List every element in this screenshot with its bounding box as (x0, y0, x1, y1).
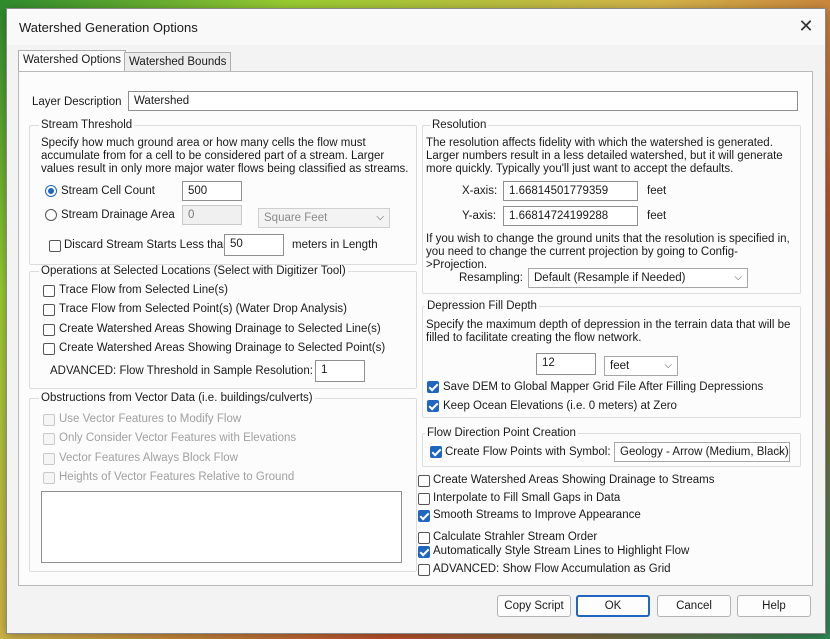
y-axis-unit: feet (647, 210, 667, 222)
drainage-unit-select[interactable]: Square Feet ⌵ (258, 208, 390, 228)
option-checkbox-2[interactable] (418, 510, 430, 522)
ops-checkbox-3[interactable] (43, 343, 55, 355)
resampling-select[interactable]: Default (Resample if Needed) ⌵ (528, 268, 748, 288)
create-flow-points-checkbox[interactable] (430, 446, 442, 458)
option-label-2: Smooth Streams to Improve Appearance (433, 509, 641, 521)
copy-script-button[interactable]: Copy Script (497, 595, 571, 617)
depression-unit-value: feet (610, 360, 630, 372)
option-checkbox-5[interactable] (418, 564, 430, 576)
chevron-down-icon: ⌵ (376, 212, 384, 223)
keep-ocean-checkbox[interactable] (427, 400, 439, 412)
ops-checkbox-2[interactable] (43, 324, 55, 336)
x-axis-input[interactable]: 1.66814501779359 (503, 181, 638, 201)
chevron-down-icon: ⌵ (776, 446, 784, 457)
ops-checkbox-1[interactable] (43, 304, 55, 316)
ops-checkbox-0[interactable] (43, 285, 55, 297)
resampling-label: Resampling: (459, 272, 523, 284)
window-title: Watershed Generation Options (19, 20, 198, 35)
stream-cell-count-label: Stream Cell Count (61, 185, 155, 197)
obstruction-item-3: Heights of Vector Features Relative to G… (59, 471, 295, 483)
option-checkbox-0[interactable] (418, 475, 430, 487)
depression-title: Depression Fill Depth (425, 300, 539, 312)
obstruction-checkbox-2[interactable] (43, 453, 55, 465)
option-label-5: ADVANCED: Show Flow Accumulation as Grid (433, 563, 671, 575)
resolution-note: If you wish to change the ground units t… (426, 233, 790, 271)
stream-drainage-area-input[interactable]: 0 (182, 205, 242, 225)
stream-cell-count-input[interactable]: 500 (182, 181, 242, 201)
discard-stream-label: Discard Stream Starts Less than (64, 239, 230, 251)
option-label-0: Create Watershed Areas Showing Drainage … (433, 474, 715, 486)
resolution-title: Resolution (430, 119, 489, 131)
ok-button[interactable]: OK (576, 595, 650, 617)
option-label-4: Automatically Style Stream Lines to High… (433, 545, 690, 557)
discard-stream-checkbox[interactable] (49, 240, 61, 252)
x-axis-label: X-axis: (462, 185, 498, 197)
obstruction-item-2: Vector Features Always Block Flow (59, 452, 238, 464)
stream-drainage-area-radio[interactable] (45, 209, 57, 221)
option-checkbox-1[interactable] (418, 493, 430, 505)
operations-title: Operations at Selected Locations (Select… (39, 265, 348, 277)
stream-threshold-desc: Specify how much ground area or how many… (41, 137, 409, 175)
discard-stream-input[interactable]: 50 (224, 234, 284, 256)
tab-watershed-bounds[interactable]: Watershed Bounds (124, 52, 232, 72)
obstruction-checkbox-3[interactable] (43, 472, 55, 484)
help-button[interactable]: Help (737, 595, 811, 617)
chevron-down-icon: ⌵ (734, 272, 742, 283)
watershed-dialog: Watershed Generation Options ✕ Watershed… (6, 8, 826, 634)
ops-item-2: Create Watershed Areas Showing Drainage … (59, 323, 381, 335)
discard-stream-unit: meters in Length (292, 239, 378, 251)
create-flow-points-label: Create Flow Points with Symbol: (445, 446, 611, 458)
cancel-button[interactable]: Cancel (657, 595, 731, 617)
layer-description-label: Layer Description (32, 96, 122, 108)
obstruction-item-0: Use Vector Features to Modify Flow (59, 413, 242, 425)
y-axis-label: Y-axis: (462, 210, 497, 222)
advanced-flow-threshold-label: ADVANCED: Flow Threshold in Sample Resol… (50, 365, 313, 377)
obstruction-checkbox-1[interactable] (43, 433, 55, 445)
tab-panel: Layer Description Watershed Stream Thres… (18, 71, 813, 586)
option-label-3: Calculate Strahler Stream Order (433, 531, 598, 543)
obstruction-item-1: Only Consider Vector Features with Eleva… (59, 432, 297, 444)
save-dem-label: Save DEM to Global Mapper Grid File Afte… (443, 381, 764, 393)
tab-watershed-options[interactable]: Watershed Options (18, 50, 127, 72)
depression-unit-select[interactable]: feet ⌵ (604, 356, 678, 376)
obstructions-title: Obstructions from Vector Data (i.e. buil… (39, 392, 315, 404)
y-axis-input[interactable]: 1.66814724199288 (503, 206, 638, 226)
resampling-value: Default (Resample if Needed) (534, 272, 686, 284)
chevron-down-icon: ⌵ (664, 360, 672, 371)
flowpoint-title: Flow Direction Point Creation (425, 427, 578, 439)
advanced-flow-threshold-input[interactable]: 1 (315, 360, 365, 382)
title-bar: Watershed Generation Options ✕ (7, 9, 825, 45)
stream-cell-count-radio[interactable] (45, 185, 57, 197)
obstruction-layer-list[interactable] (41, 491, 402, 563)
drainage-unit-value: Square Feet (264, 212, 328, 224)
resolution-desc: The resolution affects fidelity with whi… (426, 137, 783, 175)
flow-symbol-value: Geology - Arrow (Medium, Black) (620, 446, 789, 458)
option-checkbox-4[interactable] (418, 546, 430, 558)
x-axis-unit: feet (647, 185, 667, 197)
flow-symbol-select[interactable]: Geology - Arrow (Medium, Black) ⌵ (614, 442, 790, 462)
ops-item-0: Trace Flow from Selected Line(s) (59, 284, 228, 296)
keep-ocean-label: Keep Ocean Elevations (i.e. 0 meters) at… (443, 400, 677, 412)
option-label-1: Interpolate to Fill Small Gaps in Data (433, 492, 621, 504)
close-icon[interactable]: ✕ (795, 15, 817, 37)
save-dem-checkbox[interactable] (427, 381, 439, 393)
layer-description-input[interactable]: Watershed (128, 91, 798, 111)
option-checkbox-3[interactable] (418, 532, 430, 544)
stream-threshold-title: Stream Threshold (39, 119, 135, 131)
stream-drainage-area-label: Stream Drainage Area (61, 209, 175, 221)
ops-item-3: Create Watershed Areas Showing Drainage … (59, 342, 386, 354)
obstruction-checkbox-0[interactable] (43, 414, 55, 426)
ops-item-1: Trace Flow from Selected Point(s) (Water… (59, 303, 348, 315)
depression-depth-input[interactable]: 12 (536, 353, 596, 375)
depression-desc: Specify the maximum depth of depression … (426, 319, 791, 344)
